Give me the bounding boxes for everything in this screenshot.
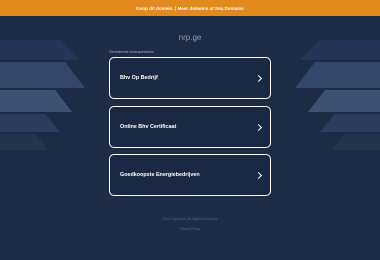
- related-link-online-bhv-certificaat[interactable]: Online Bhv Certificaat: [109, 106, 271, 148]
- related-link-label: Bhv Op Bedrijf: [120, 75, 158, 81]
- privacy-policy-link[interactable]: Privacy Policy: [0, 227, 380, 231]
- footer-copyright: 2024 Copyright | All Rights Reserved.: [161, 217, 219, 221]
- domain-title: nrp.ge: [178, 33, 202, 42]
- chevron-right-icon: [254, 171, 263, 179]
- related-link-goedkoopste-energiebedrijven[interactable]: Goedkoopste Energiebedrijven: [109, 154, 271, 196]
- promo-bar[interactable]: Koop dit domein. | Meer domeins at Sea.D…: [0, 0, 380, 16]
- promo-text[interactable]: Koop dit domein. | Meer domeins at Sea.D…: [136, 6, 244, 11]
- related-searches-label: Gerelateerde zoekopdrachten: [109, 50, 154, 54]
- related-link-bhv-op-bedrijf[interactable]: Bhv Op Bedrijf: [109, 57, 271, 99]
- related-link-label: Online Bhv Certificaat: [120, 124, 177, 130]
- chevron-right-icon: [254, 123, 263, 131]
- chevron-right-icon: [254, 74, 263, 82]
- related-link-label: Goedkoopste Energiebedrijven: [120, 172, 200, 178]
